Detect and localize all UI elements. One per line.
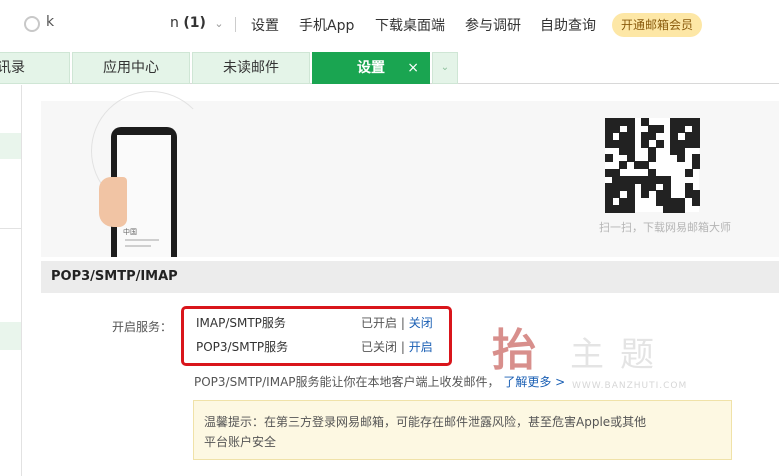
service-status: 已开启 bbox=[361, 316, 398, 330]
logo-text[interactable]: k bbox=[46, 14, 54, 30]
tab-settings[interactable]: 设置 × bbox=[312, 52, 430, 84]
site-watermark: 抬 主题 WWW.BANZHUTI.COM bbox=[472, 323, 732, 403]
chevron-down-icon: ⌄ bbox=[440, 62, 450, 73]
close-icon[interactable]: × bbox=[407, 53, 419, 83]
vip-membership-button[interactable]: 开通邮箱会员 bbox=[612, 13, 702, 37]
download-desktop-link[interactable]: 下载桌面端 bbox=[375, 15, 445, 35]
qr-module bbox=[619, 161, 628, 170]
service-name: POP3/SMTP服务 bbox=[196, 340, 289, 354]
qr-module bbox=[691, 161, 700, 170]
qr-module bbox=[684, 168, 693, 177]
tab-contacts[interactable]: 讯录 bbox=[0, 52, 70, 84]
service-row-pop3: POP3/SMTP服务 已关闭 | 开启 bbox=[196, 337, 446, 357]
qr-module bbox=[691, 139, 700, 148]
description-text: POP3/SMTP/IMAP服务能让你在本地客户端上收发邮件， bbox=[194, 375, 500, 389]
survey-link[interactable]: 参与调研 bbox=[465, 15, 521, 35]
sidebar-item[interactable] bbox=[0, 133, 21, 159]
qr-module bbox=[641, 190, 650, 199]
qr-module bbox=[655, 125, 664, 134]
tab-label: 未读邮件 bbox=[223, 60, 279, 76]
separator: | bbox=[400, 340, 405, 354]
tab-label: 设置 bbox=[357, 60, 385, 76]
qr-module bbox=[691, 197, 700, 206]
mailbox-name: n bbox=[170, 15, 179, 31]
mobile-app-link[interactable]: 手机App bbox=[299, 15, 354, 35]
watermark-logo-icon: 抬 bbox=[492, 325, 536, 376]
phone-text-line bbox=[125, 239, 159, 241]
section-title: POP3/SMTP/IMAP bbox=[41, 261, 779, 293]
tabs-dropdown-button[interactable]: ⌄ bbox=[432, 52, 458, 84]
mail-master-promo: 中国 扫一扫，下载网易邮箱大师 bbox=[41, 91, 779, 257]
phone-screen-text: 中国 bbox=[123, 228, 137, 236]
top-bar: k n (1) ⌄ 设置 手机App 下载桌面端 参与调研 自助查询 开通邮箱会… bbox=[0, 0, 779, 50]
hand-illustration bbox=[99, 177, 127, 227]
service-row-imap: IMAP/SMTP服务 已开启 | 关闭 bbox=[196, 313, 446, 333]
qr-code-image bbox=[605, 118, 700, 213]
warning-text-line: 平台账户安全 bbox=[204, 435, 277, 449]
settings-link[interactable]: 设置 bbox=[251, 15, 279, 35]
services-highlight-box: IMAP/SMTP服务 已开启 | 关闭 POP3/SMTP服务 已关闭 | 开… bbox=[181, 306, 452, 366]
tab-label: 讯录 bbox=[0, 60, 25, 76]
qr-module bbox=[605, 154, 613, 163]
divider bbox=[235, 17, 236, 32]
chevron-down-icon: ⌄ bbox=[214, 17, 224, 30]
enable-pop3-link[interactable]: 开启 bbox=[409, 340, 433, 354]
tab-label: 应用中心 bbox=[103, 60, 159, 76]
service-label: 开启服务： bbox=[112, 320, 173, 334]
tab-app-center[interactable]: 应用中心 bbox=[72, 52, 190, 84]
tab-unread-mail[interactable]: 未读邮件 bbox=[192, 52, 310, 84]
qr-module bbox=[626, 204, 635, 213]
qr-module bbox=[648, 154, 657, 163]
phone-text-line bbox=[125, 245, 151, 247]
warning-text-line: 温馨提示：在第三方登录网易邮箱，可能存在邮件泄露风险，甚至危害Apple或其他 bbox=[204, 415, 647, 429]
divider bbox=[0, 228, 21, 229]
qr-module bbox=[677, 204, 686, 213]
mailbox-switcher[interactable]: n (1) ⌄ bbox=[170, 15, 224, 31]
tab-bar: 讯录 应用中心 未读邮件 设置 × ⌄ bbox=[0, 50, 779, 84]
qr-caption: 扫一扫，下载网易邮箱大师 bbox=[599, 221, 731, 234]
watermark-text: 主题 bbox=[570, 335, 670, 375]
mail-logo-icon[interactable] bbox=[24, 16, 40, 32]
service-status: 已关闭 bbox=[361, 340, 398, 354]
sidebar-item[interactable] bbox=[0, 322, 21, 350]
qr-module bbox=[655, 139, 664, 148]
left-sidebar bbox=[0, 85, 22, 476]
disable-imap-link[interactable]: 关闭 bbox=[409, 316, 433, 330]
unread-count: (1) bbox=[183, 15, 206, 31]
watermark-url: WWW.BANZHUTI.COM bbox=[572, 381, 688, 391]
separator: | bbox=[400, 316, 405, 330]
service-name: IMAP/SMTP服务 bbox=[196, 316, 286, 330]
warning-notice: 温馨提示：在第三方登录网易邮箱，可能存在邮件泄露风险，甚至危害Apple或其他 … bbox=[193, 400, 732, 460]
self-service-link[interactable]: 自助查询 bbox=[540, 15, 596, 35]
qr-module bbox=[677, 154, 686, 163]
settings-content: 中国 扫一扫，下载网易邮箱大师 POP3/SMTP/IMAP 开启服务： IMA… bbox=[22, 85, 779, 476]
